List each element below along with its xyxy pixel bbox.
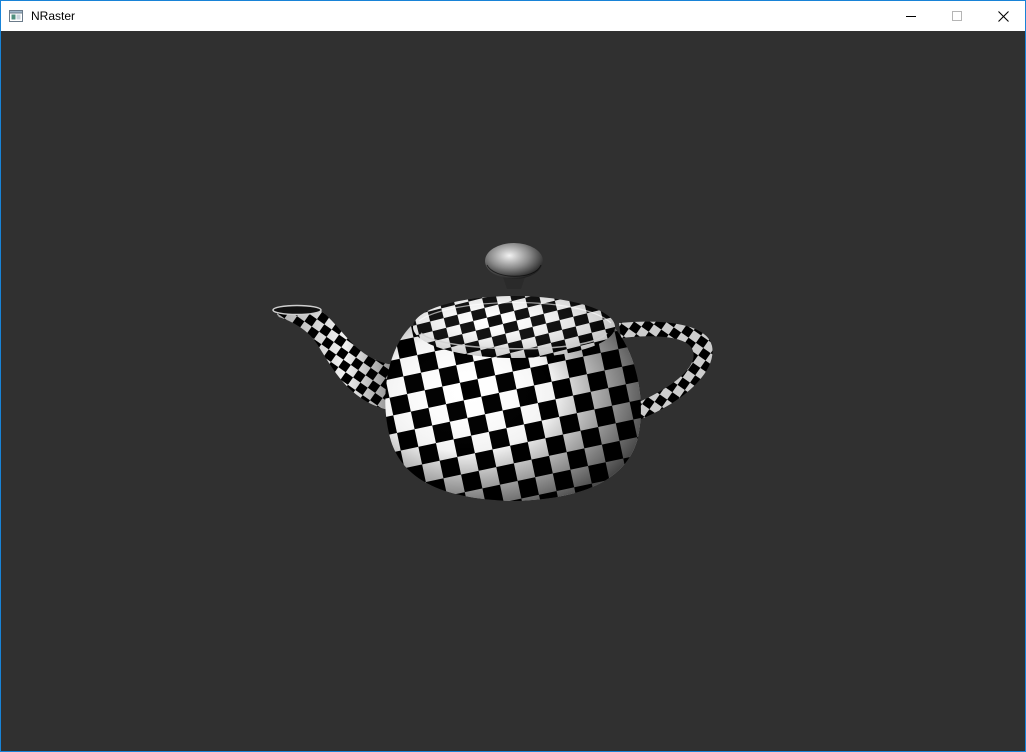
window-app-icon <box>9 10 23 22</box>
render-canvas <box>1 31 1025 751</box>
minimize-icon <box>906 16 916 17</box>
teapot-lid <box>413 296 615 358</box>
window-title: NRaster <box>31 9 76 23</box>
render-viewport[interactable] <box>1 31 1025 751</box>
minimize-button[interactable] <box>888 1 934 31</box>
maximize-icon <box>952 11 962 21</box>
close-button[interactable] <box>980 1 1026 31</box>
title-bar[interactable]: NRaster <box>1 1 1025 31</box>
close-icon <box>997 10 1009 22</box>
maximize-button[interactable] <box>934 1 980 31</box>
app-window: NRaster <box>0 0 1026 752</box>
